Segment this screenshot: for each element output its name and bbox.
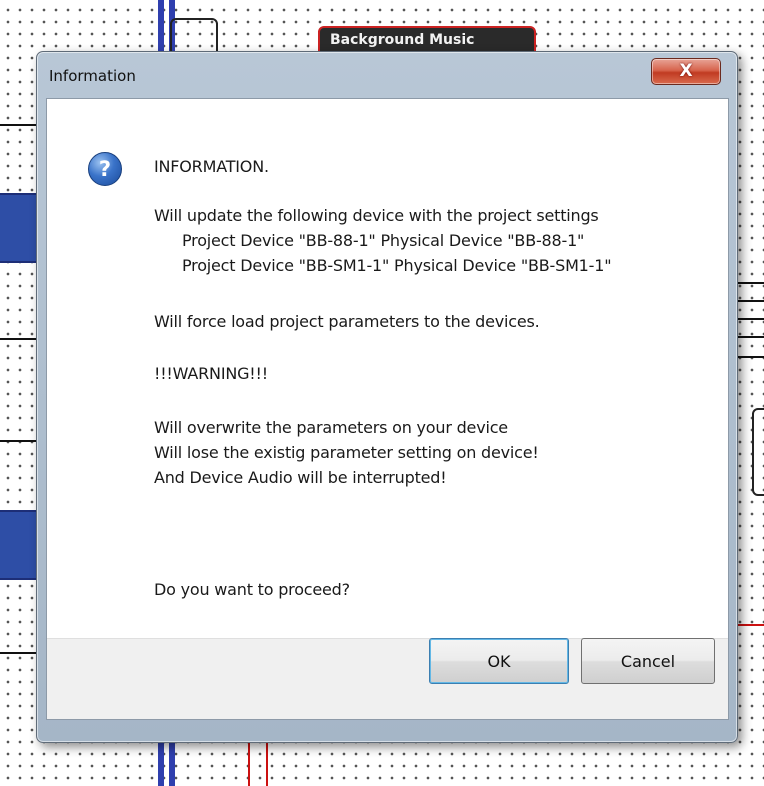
message-interrupt: And Device Audio will be interrupted! xyxy=(154,468,447,487)
background-wire-red xyxy=(248,740,250,786)
information-dialog: Information X ? INFORMATION. Will update… xyxy=(36,51,738,743)
dialog-titlebar[interactable]: Information X xyxy=(37,52,737,98)
message-header: INFORMATION. xyxy=(154,157,269,176)
ok-button[interactable]: OK xyxy=(429,638,569,684)
background-wire xyxy=(0,338,36,340)
background-wire xyxy=(0,124,36,126)
background-wire xyxy=(736,318,764,320)
cancel-button[interactable]: Cancel xyxy=(581,638,715,684)
message-question: Do you want to proceed? xyxy=(154,580,350,599)
background-wire-blue xyxy=(158,0,164,52)
background-wire xyxy=(736,356,764,358)
dialog-title: Information xyxy=(49,67,136,85)
message-force-load: Will force load project parameters to th… xyxy=(154,312,540,331)
message-overwrite: Will overwrite the parameters on your de… xyxy=(154,418,508,437)
question-icon: ? xyxy=(88,152,122,186)
background-wire-blue xyxy=(169,740,175,786)
background-wire xyxy=(736,282,764,284)
dialog-content: ? INFORMATION. Will update the following… xyxy=(46,98,729,720)
message-device-2: Project Device "BB-SM1-1" Physical Devic… xyxy=(182,256,612,275)
background-node-block xyxy=(0,193,36,263)
message-device-1: Project Device "BB-88-1" Physical Device… xyxy=(182,231,585,250)
background-wire-red xyxy=(266,740,268,786)
message-update-intro: Will update the following device with th… xyxy=(154,206,599,225)
background-wire xyxy=(736,336,764,338)
background-wire xyxy=(736,300,764,302)
background-node-block xyxy=(0,510,36,580)
background-wire xyxy=(0,440,36,442)
close-button[interactable]: X xyxy=(651,58,721,85)
background-wire-blue xyxy=(158,740,164,786)
message-warning: !!!WARNING!!! xyxy=(154,364,268,383)
background-node-frame xyxy=(752,408,764,496)
message-lose: Will lose the existig parameter setting … xyxy=(154,443,539,462)
close-icon: X xyxy=(679,61,693,81)
background-wire xyxy=(0,652,36,654)
background-wire-red xyxy=(736,624,764,626)
